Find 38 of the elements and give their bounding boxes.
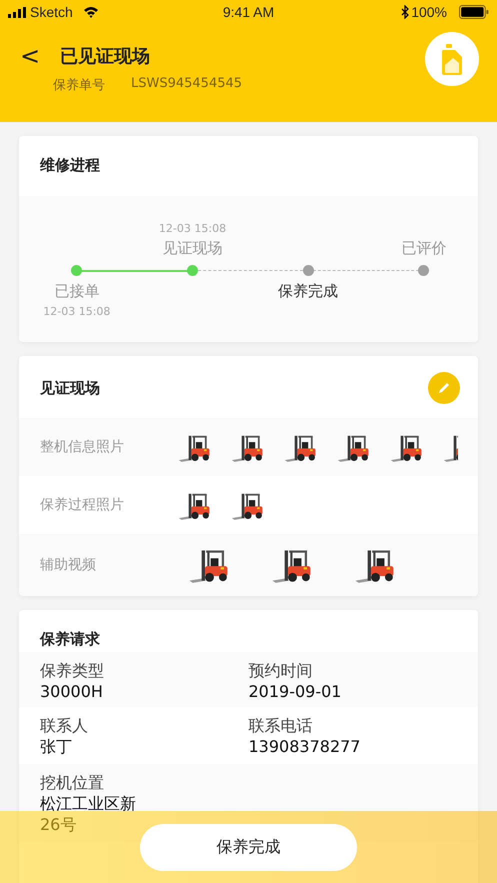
field-value: 13908378277 (248, 737, 360, 756)
wifi-icon (82, 6, 99, 18)
field-label: 联系人 (40, 716, 88, 737)
clock-time: 9:41 AM (222, 4, 274, 20)
media-label: 整机信息照片 (40, 438, 125, 456)
media-label: 保养过程照片 (40, 496, 125, 514)
field-value: 26号 (40, 815, 76, 836)
battery-icon (459, 5, 489, 19)
signal-icon (8, 6, 26, 18)
order-label: 保养单号 (53, 77, 105, 94)
card-title: 保养请求 (38, 629, 101, 650)
field-label: 联系电话 (248, 716, 312, 737)
bluetooth-icon (401, 5, 410, 19)
complete-button[interactable]: 保养完成 (140, 824, 357, 870)
field-label: 保养类型 (40, 661, 104, 682)
step-label: 已评价 (401, 239, 446, 258)
step-label: 已接单 (54, 282, 100, 301)
field-value: 2019-09-01 (248, 682, 342, 701)
battery-percent: 100% (411, 4, 447, 20)
step-time: 12-03 15:08 (158, 222, 226, 235)
field-value: 张丁 (40, 737, 72, 758)
field-label: 预约时间 (248, 661, 312, 682)
carrier-name: Sketch (30, 4, 73, 20)
back-button[interactable]: < (18, 44, 42, 68)
card-title: 维修进程 (38, 155, 101, 176)
field-label: 挖机位置 (40, 773, 104, 794)
card-title: 见证现场 (40, 378, 100, 398)
field-value: 松江工业区新 (40, 794, 136, 815)
media-label: 辅助视频 (40, 556, 97, 574)
field-value: 30000H (40, 682, 103, 701)
step-time: 12-03 15:08 (43, 305, 110, 318)
oil-bottle-icon[interactable] (425, 32, 479, 86)
pencil-icon (436, 380, 452, 396)
edit-button[interactable] (428, 372, 460, 404)
step-label: 保养完成 (278, 282, 338, 301)
page-title: 已见证现场 (60, 45, 150, 68)
order-number: LSWS945454545 (131, 76, 242, 93)
step-label: 见证现场 (162, 239, 222, 258)
